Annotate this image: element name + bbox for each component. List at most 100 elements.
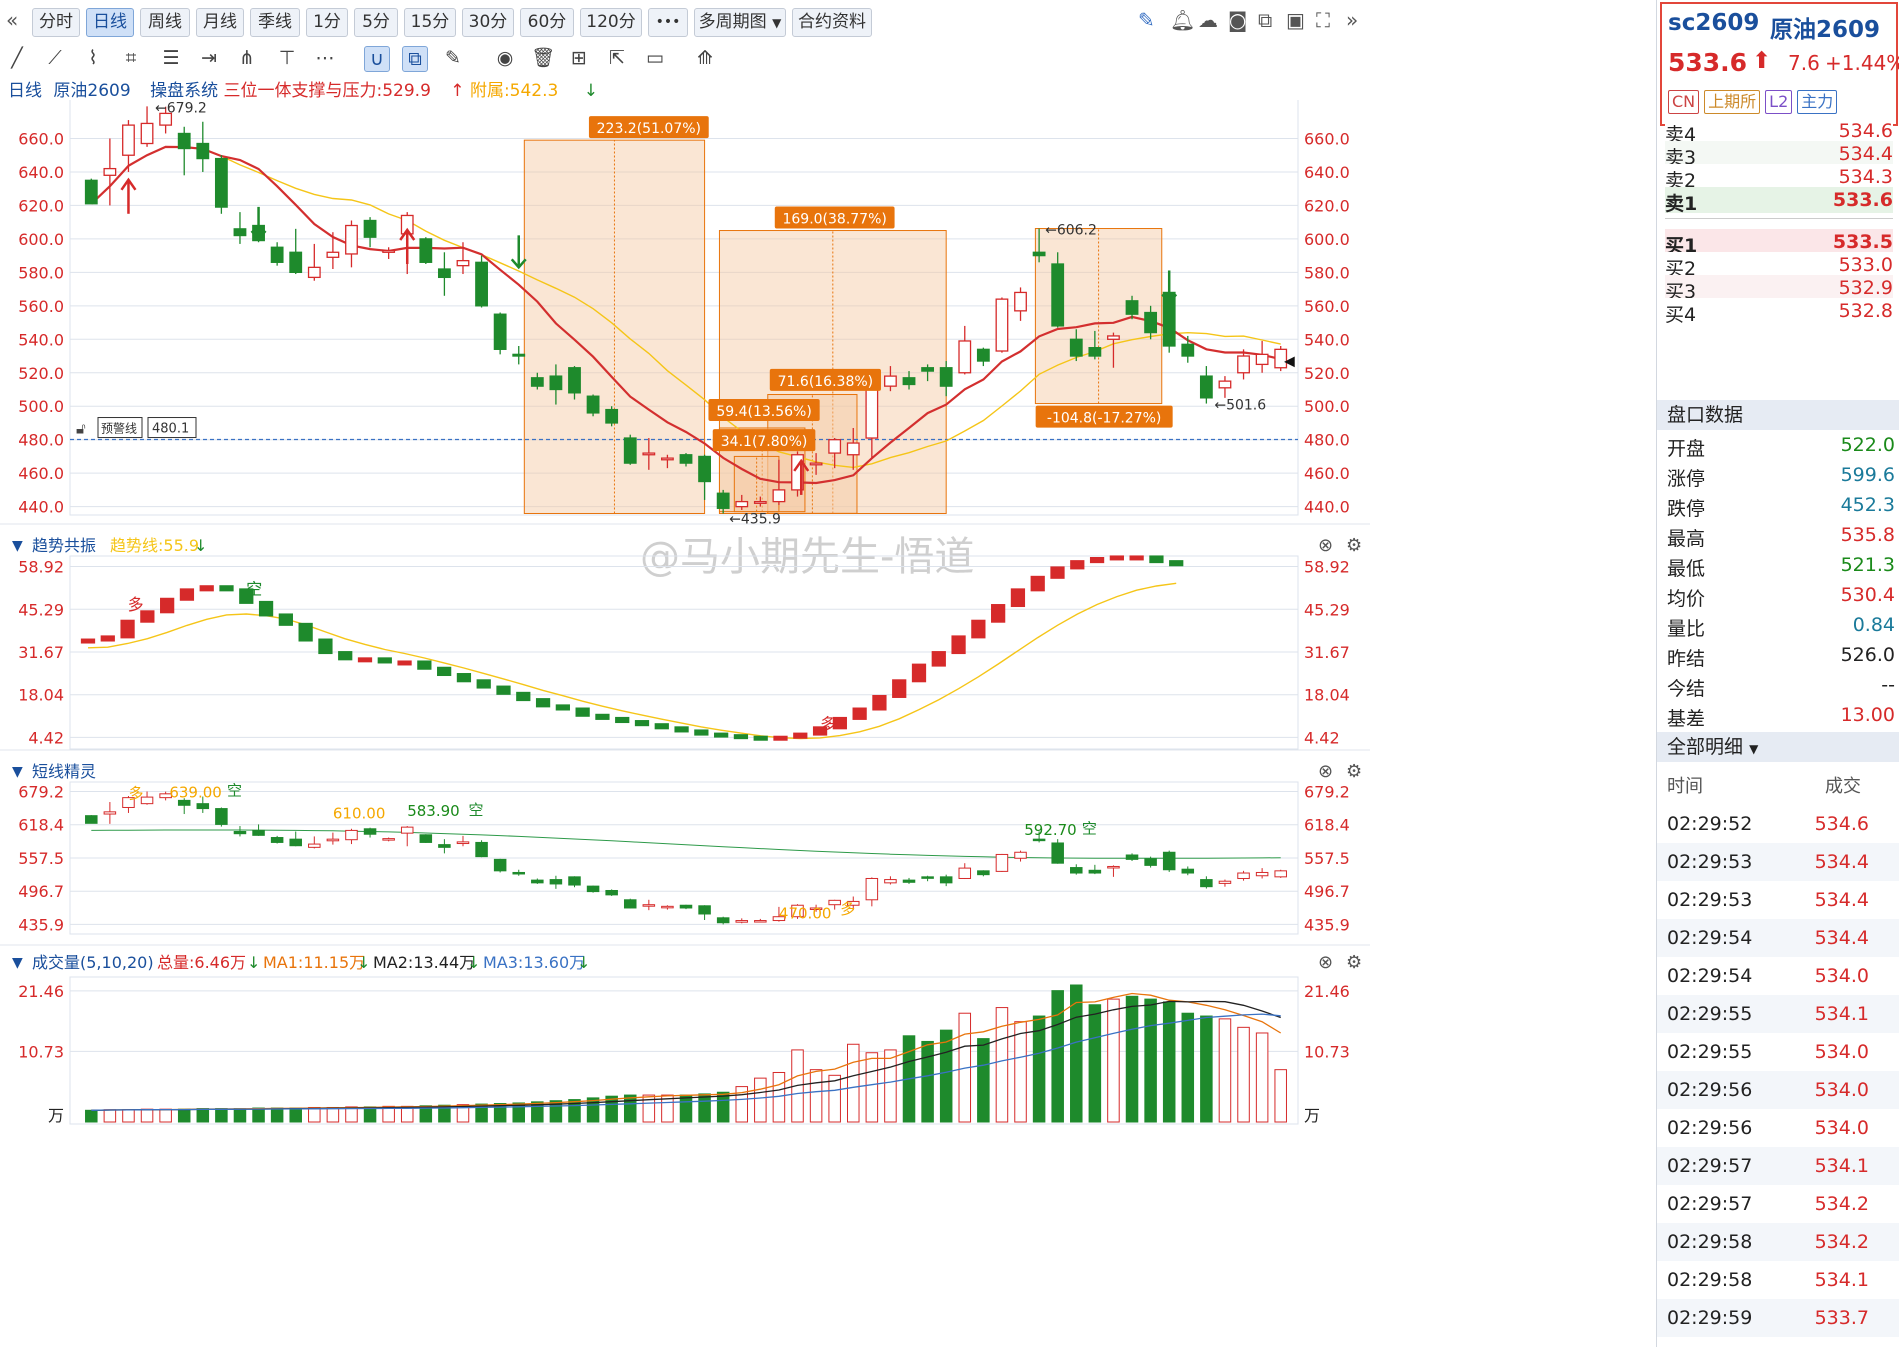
gann-tool-icon[interactable]: ⊤ bbox=[274, 46, 300, 70]
short-candle bbox=[1107, 865, 1120, 869]
contract-info-button[interactable]: 合约资料 bbox=[792, 8, 872, 37]
pankou-value: 13.00 bbox=[1840, 704, 1895, 726]
cloud-icon[interactable]: ☁ bbox=[1198, 10, 1218, 30]
trades-title[interactable]: 全部明细 ▼ bbox=[1657, 732, 1899, 762]
more-tools-icon[interactable]: ⋯ bbox=[312, 46, 338, 70]
candle bbox=[307, 266, 321, 279]
more-periods-button[interactable]: ••• bbox=[648, 8, 688, 37]
overlay-icon[interactable]: ⧉ bbox=[402, 46, 428, 72]
export-icon[interactable]: ⇱ bbox=[604, 46, 630, 70]
lock-icon: 🔓︎ bbox=[76, 420, 86, 438]
trade-row: 02:29:56 534.0 bbox=[1657, 1071, 1899, 1109]
trade-price: 534.4 bbox=[1814, 889, 1869, 911]
pankou-value: 0.84 bbox=[1852, 614, 1895, 636]
volume-bar bbox=[85, 1109, 98, 1123]
trade-time: 02:29:57 bbox=[1667, 1193, 1753, 1215]
trend-bar bbox=[100, 635, 115, 642]
candle bbox=[196, 142, 210, 160]
volume-bar bbox=[884, 1049, 897, 1123]
settings-grid-icon[interactable]: ⊞ bbox=[566, 46, 592, 70]
ask-label: 卖1 bbox=[1665, 193, 1698, 215]
last-price: 533.6 bbox=[1668, 48, 1748, 77]
pankou-value: -- bbox=[1881, 674, 1895, 696]
trash-icon[interactable]: 🗑︎ bbox=[530, 46, 556, 70]
indicator-info-line: 日线 原油2609 操盘系统 三位一体支撑与压力:529.9 ↑ 附属:542.… bbox=[8, 76, 604, 101]
crop-tool-icon[interactable]: ⌗ bbox=[118, 46, 144, 70]
candle bbox=[1125, 300, 1139, 315]
volume-bar bbox=[308, 1106, 321, 1123]
period-button[interactable]: 季线 bbox=[250, 8, 300, 37]
candle bbox=[270, 246, 284, 263]
comment-icon[interactable]: ▭ bbox=[642, 46, 668, 70]
price-change: 7.6 bbox=[1788, 51, 1820, 75]
polyline-tool-icon[interactable]: ⌇ bbox=[80, 46, 106, 70]
period-button[interactable]: 30分 bbox=[462, 8, 514, 37]
range-tool-icon[interactable]: ⇥ bbox=[196, 46, 222, 70]
trend-bar bbox=[1050, 566, 1065, 579]
ask-row[interactable]: 卖1 533.6 bbox=[1665, 187, 1893, 215]
volume-bar bbox=[326, 1106, 340, 1123]
trend-bar bbox=[357, 657, 373, 663]
short-candle bbox=[977, 870, 990, 876]
trade-price: 534.2 bbox=[1814, 1193, 1869, 1215]
period-button[interactable]: 5分 bbox=[354, 8, 398, 37]
short-candle bbox=[1032, 838, 1046, 842]
bell-icon[interactable]: 🔔︎ bbox=[1170, 10, 1195, 30]
period-button[interactable]: 周线 bbox=[140, 8, 190, 37]
trend-bar bbox=[516, 691, 531, 702]
period-button[interactable]: 120分 bbox=[580, 8, 642, 37]
pen-tool-icon[interactable]: ✎ bbox=[440, 46, 466, 70]
symbol-name: 原油2609 bbox=[53, 81, 131, 101]
down-arrow-icon: ↓ bbox=[577, 953, 590, 972]
bid-row[interactable]: 买4 532.8 bbox=[1665, 298, 1893, 326]
pankou-label: 最高 bbox=[1667, 528, 1706, 550]
double-chevron-left-icon[interactable]: « bbox=[6, 10, 18, 30]
multi-period-dropdown[interactable]: 多周期图 ▼ bbox=[694, 8, 786, 37]
fib-tool-icon[interactable]: ☰ bbox=[158, 46, 184, 70]
y-tick-label-right: 557.5 bbox=[1304, 849, 1350, 868]
pen-icon[interactable]: ✎ bbox=[1138, 10, 1155, 30]
trend-bar bbox=[318, 638, 333, 655]
y-tick-label-right: 435.9 bbox=[1304, 915, 1350, 934]
trading-app: { "toolbar": { "collapse_icon": "double-… bbox=[0, 0, 1899, 1347]
y-tick-label-left: 620.0 bbox=[18, 196, 64, 215]
double-chevron-right-icon[interactable]: » bbox=[1346, 10, 1358, 30]
short-candle bbox=[475, 841, 488, 858]
camera-icon[interactable]: ◙ bbox=[1228, 10, 1247, 30]
period-button[interactable]: 15分 bbox=[404, 8, 456, 37]
trade-time: 02:29:53 bbox=[1667, 889, 1753, 911]
candle bbox=[233, 228, 247, 237]
magnet-icon[interactable]: ∪ bbox=[364, 46, 390, 72]
candle bbox=[1237, 355, 1250, 374]
period-button[interactable]: 月线 bbox=[196, 8, 244, 37]
short-candle bbox=[308, 843, 321, 848]
trade-row: 02:29:54 534.0 bbox=[1657, 957, 1899, 995]
ray-tool-icon[interactable]: ⟋ bbox=[42, 46, 68, 70]
chart-canvas[interactable]: 660.0 660.0 640.0 640.0 620.0 620.0 600.0 600.0… bbox=[0, 100, 1656, 1347]
ruler-icon[interactable]: ⟰ bbox=[692, 46, 718, 70]
period-button[interactable]: 60分 bbox=[520, 8, 574, 37]
pankou-label: 昨结 bbox=[1667, 648, 1706, 670]
y-tick-label-left: 45.29 bbox=[18, 600, 64, 619]
candle bbox=[1181, 343, 1195, 357]
eye-icon[interactable]: ◉ bbox=[492, 46, 518, 70]
line-tool-icon[interactable]: ╱ bbox=[4, 46, 30, 70]
volume-bar bbox=[698, 1093, 711, 1123]
short-candle bbox=[1088, 869, 1102, 874]
period-button[interactable]: 分时 bbox=[32, 8, 80, 37]
short-signal-label: 610.00 bbox=[333, 804, 386, 822]
short-candle bbox=[512, 871, 525, 875]
candle bbox=[122, 124, 135, 156]
period-button[interactable]: 1分 bbox=[306, 8, 348, 37]
period-button[interactable]: 日线 bbox=[86, 8, 134, 37]
fan-tool-icon[interactable]: ⋔ bbox=[234, 46, 260, 70]
pankou-value: 521.3 bbox=[1840, 554, 1895, 576]
tag-l2[interactable]: L2 bbox=[1765, 90, 1793, 114]
fullscreen-icon[interactable]: ⛶ bbox=[1316, 10, 1330, 30]
monitor-icon[interactable]: ▣ bbox=[1286, 10, 1305, 30]
volume-bar bbox=[196, 1108, 210, 1123]
windows-icon[interactable]: ⧉ bbox=[1258, 10, 1272, 30]
candle bbox=[698, 455, 711, 483]
candle bbox=[1218, 380, 1232, 389]
collapse-icon: ▼ bbox=[12, 955, 23, 971]
